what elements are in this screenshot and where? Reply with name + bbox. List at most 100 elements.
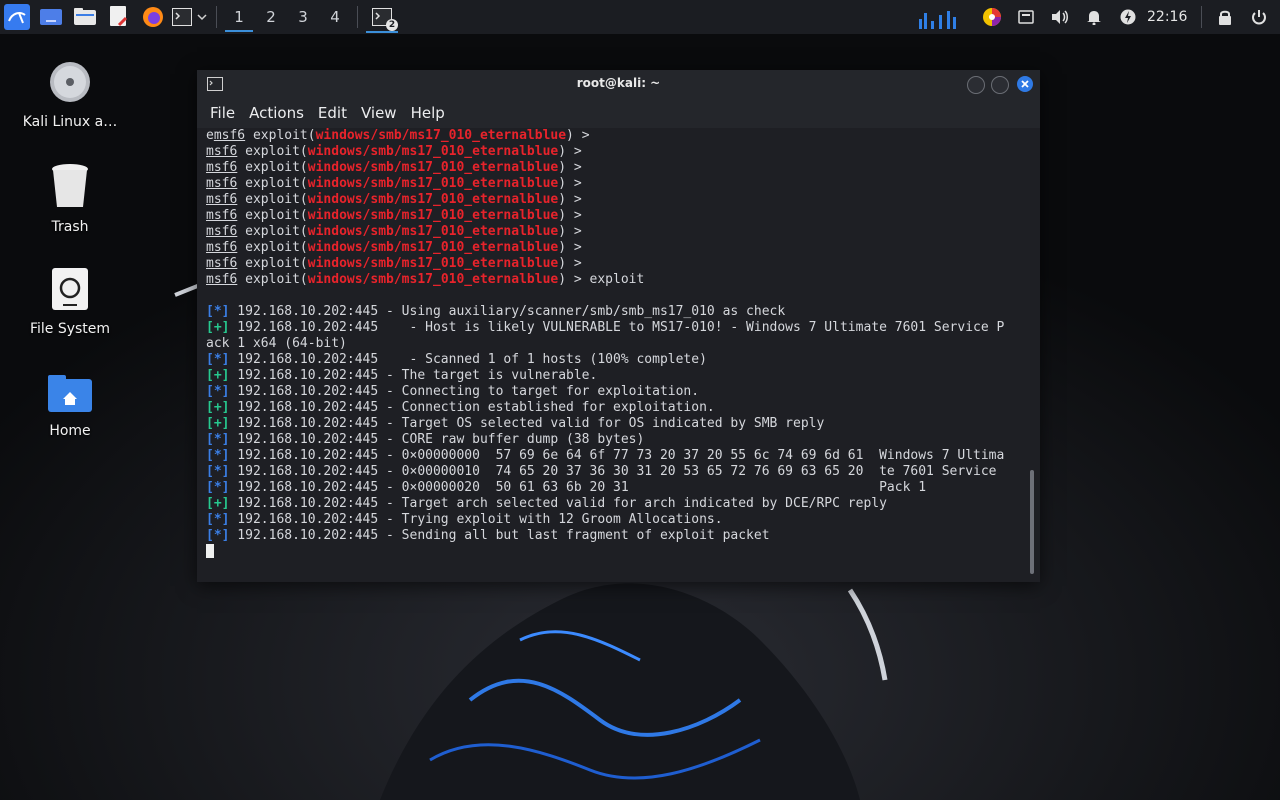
status-tag: [*] — [206, 432, 230, 447]
clipboard-tray-button[interactable] — [1009, 0, 1043, 34]
prompt-end: ) > — [558, 160, 582, 175]
output-text: 192.168.10.202:445 - Trying exploit with… — [229, 512, 723, 527]
output-text: 192.168.10.202:445 - Connecting to targe… — [229, 384, 700, 399]
desktop-icon — [40, 9, 62, 25]
desktop-icon-home[interactable]: Home — [15, 375, 125, 439]
power-bolt-icon — [1120, 9, 1136, 25]
status-tag: [+] — [206, 416, 230, 431]
prompt-line: msf6 exploit(windows/smb/ms17_010_eterna… — [206, 272, 1026, 288]
desktop-icon-trash[interactable]: Trash — [15, 163, 125, 235]
clipboard-icon — [1018, 10, 1034, 24]
close-button[interactable] — [1017, 76, 1033, 92]
prompt-name: msf6 — [206, 192, 238, 207]
minimize-button[interactable] — [967, 76, 985, 94]
kali-menu-button[interactable] — [0, 0, 34, 34]
volume-tray-button[interactable] — [1043, 0, 1077, 34]
color-picker-tray-button[interactable] — [975, 0, 1009, 34]
workspace-1[interactable]: 1 — [223, 0, 255, 34]
desktop-icon-label: File System — [29, 321, 111, 337]
output-line: [*] 192.168.10.202:445 - 0×00000010 74 6… — [206, 464, 1026, 480]
taskbar: 1 2 3 4 2 22:16 — [0, 0, 1280, 34]
output-text: 192.168.10.202:445 - Sending all but las… — [229, 528, 770, 543]
menu-actions[interactable]: Actions — [242, 104, 311, 122]
status-tag: [*] — [206, 352, 230, 367]
workspace-3[interactable]: 3 — [287, 0, 319, 34]
status-tag: [*] — [206, 384, 230, 399]
prompt-end: ) > exploit — [558, 272, 645, 287]
prompt-line: msf6 exploit(windows/smb/ms17_010_eterna… — [206, 240, 1026, 256]
prompt-end: ) > — [558, 144, 582, 159]
text-editor-button[interactable] — [102, 0, 136, 34]
taskbar-separator — [216, 6, 217, 28]
output-line: [*] 192.168.10.202:445 - Scanned 1 of 1 … — [206, 352, 1026, 368]
lock-screen-button[interactable] — [1208, 0, 1242, 34]
terminal-window: root@kali: ~ File Actions Edit View Help… — [197, 70, 1040, 582]
desktop-icon-label: Trash — [51, 219, 89, 235]
window-menubar: File Actions Edit View Help — [197, 98, 1040, 128]
terminal-output[interactable]: emsf6 exploit(windows/smb/ms17_010_etern… — [206, 128, 1026, 574]
firefox-button[interactable] — [136, 0, 170, 34]
terminal-icon — [172, 8, 192, 26]
menu-file[interactable]: File — [203, 104, 242, 122]
prompt-end: ) > — [558, 224, 582, 239]
prompt-name: msf6 — [206, 272, 238, 287]
desktop-icon-file-system[interactable]: File System — [15, 267, 125, 337]
prompt-line: msf6 exploit(windows/smb/ms17_010_eterna… — [206, 224, 1026, 240]
color-wheel-icon — [983, 8, 1001, 26]
logout-button[interactable] — [1242, 0, 1276, 34]
status-tag: [+] — [206, 400, 230, 415]
terminal-task-button[interactable]: 2 — [364, 0, 400, 34]
output-text: 192.168.10.202:445 - Target OS selected … — [229, 416, 825, 431]
home-folder-icon — [48, 375, 92, 412]
output-line: [+] 192.168.10.202:445 - Target arch sel… — [206, 496, 1026, 512]
terminal-scrollbar[interactable] — [1030, 470, 1034, 574]
prompt-command: exploit( — [237, 256, 308, 271]
menu-view[interactable]: View — [354, 104, 404, 122]
show-desktop-button[interactable] — [34, 0, 68, 34]
launcher-dropdown[interactable] — [194, 0, 210, 34]
menu-help[interactable]: Help — [404, 104, 452, 122]
output-text: 192.168.10.202:445 - Scanned 1 of 1 host… — [229, 352, 707, 367]
prompt-command: exploit( — [237, 208, 308, 223]
prompt-module: windows/smb/ms17_010_eternalblue — [307, 144, 559, 159]
prompt-module: windows/smb/ms17_010_eternalblue — [307, 272, 559, 287]
output-text: 192.168.10.202:445 - Target arch selecte… — [229, 496, 887, 511]
prompt-command: exploit( — [237, 272, 308, 287]
notifications-tray-button[interactable] — [1077, 0, 1111, 34]
prompt-name: msf6 — [206, 256, 238, 271]
desktop-icon-kali-disc[interactable]: Kali Linux a… — [15, 60, 125, 130]
workspace-4[interactable]: 4 — [319, 0, 351, 34]
prompt-line: msf6 exploit(windows/smb/ms17_010_eterna… — [206, 160, 1026, 176]
trash-icon — [52, 164, 88, 207]
prompt-line: msf6 exploit(windows/smb/ms17_010_eterna… — [206, 192, 1026, 208]
maximize-button[interactable] — [991, 76, 1009, 94]
terminal-launcher-button[interactable] — [170, 0, 194, 34]
clock[interactable]: 22:16 — [1147, 9, 1191, 25]
prompt-line: msf6 exploit(windows/smb/ms17_010_eterna… — [206, 256, 1026, 272]
prompt-command: exploit( — [237, 160, 308, 175]
prompt-end: ) > — [566, 128, 590, 143]
text-editor-icon — [110, 6, 128, 27]
power-manager-tray-button[interactable] — [1111, 0, 1145, 34]
prompt-name: msf6 — [206, 144, 238, 159]
prompt-command: exploit( — [237, 240, 308, 255]
firefox-icon — [143, 7, 163, 27]
prompt-module: windows/smb/ms17_010_eternalblue — [307, 160, 559, 175]
cursor-line — [206, 544, 1026, 560]
output-text: 192.168.10.202:445 - 0×00000000 57 69 6e… — [229, 448, 1005, 463]
window-titlebar[interactable]: root@kali: ~ — [197, 70, 1040, 98]
output-line: [*] 192.168.10.202:445 - CORE raw buffer… — [206, 432, 1026, 448]
prompt-end: ) > — [558, 176, 582, 191]
workspace-2[interactable]: 2 — [255, 0, 287, 34]
prompt-line: emsf6 exploit(windows/smb/ms17_010_etern… — [206, 128, 1026, 144]
cpu-graph-icon[interactable] — [917, 5, 963, 29]
kali-logo-icon — [4, 4, 30, 30]
output-text: 192.168.10.202:445 - Host is likely VULN… — [229, 320, 1005, 335]
file-manager-button[interactable] — [68, 0, 102, 34]
desktop-icon-label: Kali Linux a… — [22, 114, 118, 130]
output-line: [*] 192.168.10.202:445 - Using auxiliary… — [206, 304, 1026, 320]
menu-edit[interactable]: Edit — [311, 104, 354, 122]
output-text: 192.168.10.202:445 - Using auxiliary/sca… — [229, 304, 786, 319]
output-line: [*] 192.168.10.202:445 - Trying exploit … — [206, 512, 1026, 528]
prompt-command: exploit( — [237, 224, 308, 239]
